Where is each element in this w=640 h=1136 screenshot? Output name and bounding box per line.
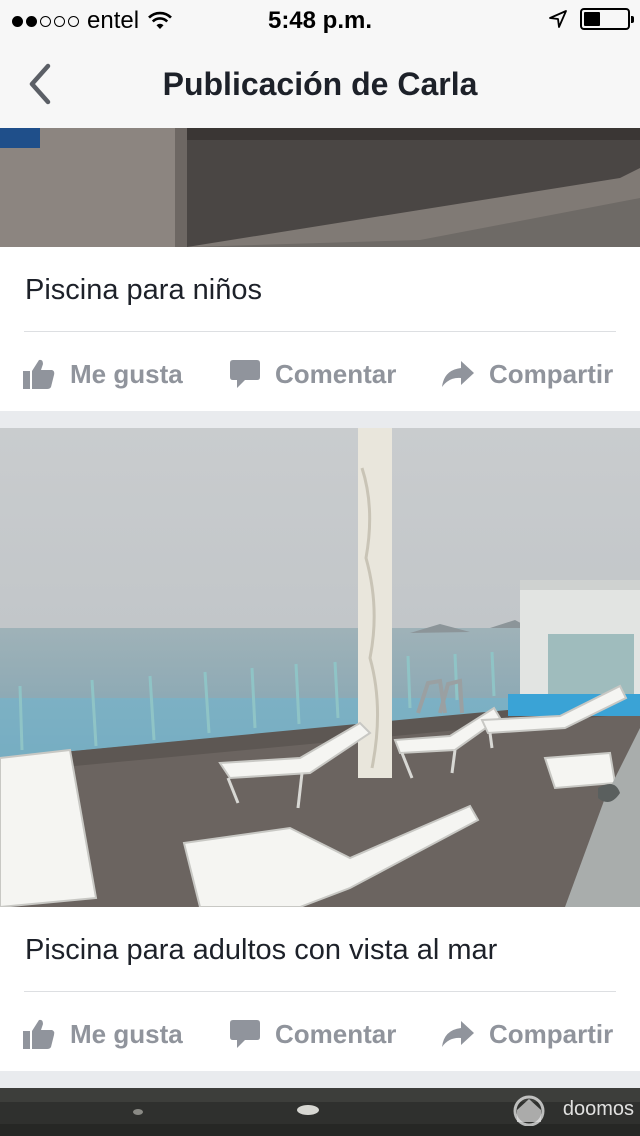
like-label: Me gusta xyxy=(70,1018,183,1049)
comment-bubble-icon xyxy=(230,1020,260,1048)
post-photo-2[interactable] xyxy=(0,428,640,907)
comment-label: Comentar xyxy=(275,358,397,389)
post-card-1: Piscina para niños Me gusta Comentar Com… xyxy=(0,247,640,411)
adult-pool-sea-view-image xyxy=(0,428,640,907)
status-right xyxy=(548,8,634,30)
comment-label: Comentar xyxy=(275,1018,397,1049)
comment-button[interactable]: Comentar xyxy=(229,1004,396,1064)
comment-bubble-icon xyxy=(230,360,260,388)
like-label: Me gusta xyxy=(70,358,183,389)
post-actions: Me gusta Comentar Compartir xyxy=(0,1004,640,1064)
comment-button[interactable]: Comentar xyxy=(229,344,396,404)
battery-level xyxy=(584,12,601,26)
kids-pool-image xyxy=(0,128,640,247)
post-photo-1[interactable] xyxy=(0,128,640,247)
house-logo-icon xyxy=(513,1095,545,1126)
location-arrow-icon xyxy=(549,10,567,28)
battery-icon xyxy=(580,8,634,30)
watermark-text: doomos xyxy=(562,1097,634,1120)
thumbs-up-icon xyxy=(23,1019,55,1049)
share-label: Compartir xyxy=(489,358,614,389)
page-title: Publicación de Carla xyxy=(162,66,478,102)
post-caption: Piscina para adultos con vista al mar xyxy=(25,934,498,966)
thumbs-up-icon xyxy=(23,359,55,389)
doomos-watermark: doomos xyxy=(499,1092,634,1126)
post-caption: Piscina para niños xyxy=(25,274,262,306)
navigation-bar: Publicación de Carla xyxy=(0,40,640,128)
share-button[interactable]: Compartir xyxy=(441,1004,613,1064)
like-button[interactable]: Me gusta xyxy=(22,344,183,404)
divider xyxy=(24,991,616,992)
share-arrow-icon xyxy=(442,361,474,387)
divider xyxy=(24,331,616,332)
post-actions: Me gusta Comentar Compartir xyxy=(0,344,640,404)
post-card-2: Piscina para adultos con vista al mar Me… xyxy=(0,907,640,1071)
share-label: Compartir xyxy=(489,1018,614,1049)
share-button[interactable]: Compartir xyxy=(441,344,613,404)
share-arrow-icon xyxy=(442,1021,474,1047)
status-bar: entel 5:48 p.m. xyxy=(0,0,640,40)
like-button[interactable]: Me gusta xyxy=(22,1004,183,1064)
post-photo-3[interactable]: doomos xyxy=(0,1088,640,1136)
status-time: 5:48 p.m. xyxy=(267,7,373,34)
